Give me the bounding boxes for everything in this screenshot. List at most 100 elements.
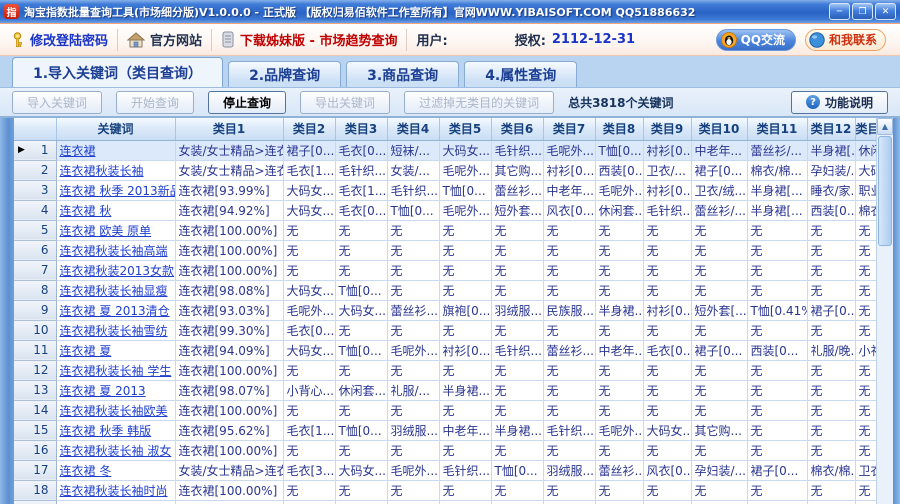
keyword-link[interactable]: 连衣裙秋装长袖欧美 (60, 404, 168, 418)
category-cell: 连衣裙[99.30%] (175, 320, 284, 341)
row-selector[interactable]: 16 (14, 440, 57, 461)
category-cell: 连衣裙[100.00%] (175, 480, 284, 501)
category-cell: 民族服... (543, 300, 596, 321)
title-bar: 指 淘宝指数批量查询工具(市场细分版)V1.0.0.0 - 正式版 【版权归易佰… (0, 0, 900, 23)
total-keywords-count: 总共3818个关键词 (568, 95, 674, 110)
category-cell: 无 (807, 320, 856, 341)
row-selector[interactable]: 4 (14, 200, 57, 221)
keyword-link[interactable]: 连衣裙秋装长袖 学生 (60, 364, 172, 378)
row-selector[interactable]: 13 (14, 380, 57, 401)
category-cell: 裙子[0... (283, 140, 336, 161)
row-selector[interactable]: 9 (14, 300, 57, 321)
keyword-table: 关键词 类目1 类目2 类目3 类目4 类目5 类目6 类目7 类目8 类目9 类目10 类目11 类目… (14, 118, 876, 504)
category-cell: 无 (855, 440, 876, 461)
row-selector[interactable]: 12 (14, 360, 57, 381)
tab-3[interactable]: 3.商品查询 (346, 61, 460, 87)
vertical-scrollbar[interactable]: ▲ (876, 118, 893, 504)
row-selector[interactable]: ▶ 1 (14, 140, 57, 161)
scroll-up-icon[interactable]: ▲ (877, 118, 893, 135)
category-cell: 无 (691, 440, 748, 461)
filter-no-category-button[interactable]: 过滤掉无类目的关键词 (404, 90, 555, 114)
category-cell: 连衣裙[100.00%] (175, 220, 284, 241)
keyword-cell: 连衣裙秋装长袖 淑女 (56, 440, 176, 461)
tab-1[interactable]: 1.导入关键词（类目查询） (12, 57, 224, 87)
change-password-button[interactable]: 修改登陆密码 (10, 30, 108, 49)
row-selector[interactable]: 10 (14, 320, 57, 341)
tab-2[interactable]: 2.品牌查询 (228, 61, 342, 87)
category-cell: 无 (595, 280, 644, 301)
category-cell: 无 (855, 360, 876, 381)
keyword-link[interactable]: 连衣裙 秋季 韩版 (60, 424, 152, 438)
column-header[interactable]: 类目5 (439, 118, 492, 141)
column-header[interactable]: 类目10 (691, 118, 748, 141)
start-query-button[interactable]: 开始查询 (116, 90, 195, 114)
keyword-link[interactable]: 连衣裙秋装长袖 (60, 164, 144, 178)
row-selector[interactable]: 5 (14, 220, 57, 241)
column-header[interactable]: 类目4 (387, 118, 440, 141)
column-header[interactable]: 类目3 (335, 118, 388, 141)
category-cell: 毛衣[0... (643, 340, 692, 361)
help-button[interactable]: ? 功能说明 (790, 90, 888, 114)
close-button[interactable]: ✕ (875, 3, 896, 20)
category-cell: 礼服/晚... (807, 340, 856, 361)
column-header[interactable]: 类目7 (543, 118, 596, 141)
qq-chat-button[interactable]: QQ交流 (715, 28, 796, 51)
minimize-button[interactable]: ─ (829, 3, 850, 20)
category-cell: 旗袍[0... (439, 300, 492, 321)
category-cell: 无 (439, 500, 492, 504)
column-header[interactable]: 关键词 (56, 118, 176, 141)
column-header[interactable]: 类目8 (595, 118, 644, 141)
row-selector[interactable]: 2 (14, 160, 57, 181)
tab-4[interactable]: 4.属性查询 (464, 61, 578, 87)
import-keywords-button[interactable]: 导入关键词 (12, 90, 103, 114)
keyword-link[interactable]: 连衣裙秋装长袖高端 (60, 244, 168, 258)
category-cell: 毛针织... (439, 460, 492, 481)
stop-query-button[interactable]: 停止查询 (208, 90, 287, 114)
keyword-cell: 连衣裙秋装长袖 学生 (56, 360, 176, 381)
category-cell: 羽绒服... (387, 420, 440, 441)
category-cell: 半身裙... (439, 380, 492, 401)
keyword-link[interactable]: 连衣裙秋装长袖雪纺 (60, 324, 168, 338)
corner-header (14, 118, 57, 141)
keyword-link[interactable]: 连衣裙 冬 (60, 464, 112, 478)
category-cell: 无 (491, 360, 544, 381)
row-selector[interactable]: 15 (14, 420, 57, 441)
column-header[interactable]: 类目1 (175, 118, 284, 141)
row-selector[interactable]: 18 (14, 480, 57, 501)
category-cell: 衬衫[0... (439, 340, 492, 361)
official-site-button[interactable]: 官方网站 (127, 30, 202, 49)
contact-me-button[interactable]: 和我联系 (804, 28, 886, 51)
column-header[interactable]: 类目6 (491, 118, 544, 141)
row-selector[interactable]: 8 (14, 280, 57, 301)
category-cell: 无 (691, 220, 748, 241)
column-header[interactable]: 类目13 (855, 118, 876, 141)
row-selector[interactable]: 11 (14, 340, 57, 361)
keyword-link[interactable]: 连衣裙 夏 2013 (60, 384, 146, 398)
keyword-link[interactable]: 连衣裙 秋季 2013新品 (60, 184, 175, 198)
category-cell: 无 (747, 500, 808, 504)
category-cell: 无 (643, 240, 692, 261)
scrollbar-thumb[interactable] (878, 136, 892, 246)
maximize-button[interactable]: ❐ (852, 3, 873, 20)
row-selector[interactable]: 19 (14, 500, 57, 504)
keyword-link[interactable]: 连衣裙 欧美 原单 (60, 224, 152, 238)
download-sister-link[interactable]: 下载姊妹版 - 市场趋势查询 (221, 30, 397, 49)
column-header[interactable]: 类目12 (807, 118, 856, 141)
row-selector[interactable]: 3 (14, 180, 57, 201)
export-keywords-button[interactable]: 导出关键词 (300, 90, 391, 114)
row-selector[interactable]: 14 (14, 400, 57, 421)
keyword-link[interactable]: 连衣裙 夏 (60, 344, 112, 358)
keyword-link[interactable]: 连衣裙 (60, 144, 96, 158)
row-selector[interactable]: 7 (14, 260, 57, 281)
row-selector[interactable]: 17 (14, 460, 57, 481)
keyword-link[interactable]: 连衣裙秋装长袖时尚 (60, 484, 168, 498)
keyword-link[interactable]: 连衣裙秋装长袖 淑女 (60, 444, 172, 458)
keyword-link[interactable]: 连衣裙 夏 2013清仓 (60, 304, 170, 318)
keyword-link[interactable]: 连衣裙 秋 (60, 204, 112, 218)
column-header[interactable]: 类目9 (643, 118, 692, 141)
keyword-link[interactable]: 连衣裙秋装长袖显瘦 (60, 284, 168, 298)
column-header[interactable]: 类目2 (283, 118, 336, 141)
column-header[interactable]: 类目11 (747, 118, 808, 141)
row-selector[interactable]: 6 (14, 240, 57, 261)
keyword-link[interactable]: 连衣裙秋装2013女款 (60, 264, 175, 278)
